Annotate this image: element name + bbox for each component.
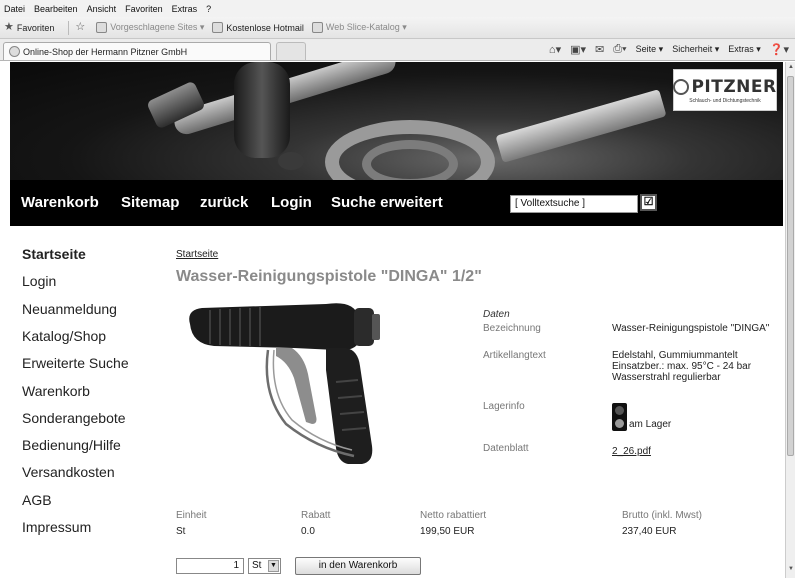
ie-icon [96, 22, 108, 33]
menu-extras[interactable]: Extras [172, 4, 198, 14]
sidebar-item-sonderangebote[interactable]: Sonderangebote [22, 410, 126, 426]
print-icon[interactable]: ⎙▾ [613, 43, 626, 56]
header-einheit: Einheit [176, 510, 207, 521]
header-netto: Netto rabattiert [420, 510, 487, 521]
menu-datei[interactable]: Datei [4, 4, 25, 14]
label-bezeichnung: Bezeichnung [483, 323, 541, 334]
feeds-icon[interactable]: ▣▾ [570, 43, 586, 56]
add-favorite-button[interactable]: ☆ [75, 22, 88, 33]
menu-favoriten[interactable]: Favoriten [125, 4, 163, 14]
page-menu[interactable]: Seite ▾ [636, 44, 664, 55]
header-brutto: Brutto (inkl. Mwst) [622, 510, 703, 521]
web-slice-link[interactable]: Web Slice-Katalog ▾ [311, 22, 407, 33]
chevron-down-icon: ▼ [268, 560, 279, 572]
nav-login[interactable]: Login [271, 194, 312, 211]
value-rabatt: 0.0 [301, 526, 315, 537]
suggested-sites-link[interactable]: Vorgeschlagene Sites ▾ [96, 22, 204, 33]
sidebar-item-login[interactable]: Login [22, 273, 56, 289]
web-slice-label: Web Slice-Katalog ▾ [325, 22, 407, 32]
sidebar-item-agb[interactable]: AGB [22, 492, 52, 508]
home-icon[interactable]: ⌂▾ [549, 43, 561, 56]
value-einheit: St [176, 526, 186, 537]
mail-icon[interactable]: ✉ [595, 43, 604, 56]
value-brutto: 237,40 EUR [622, 526, 677, 537]
label-datenblatt: Datenblatt [483, 443, 529, 454]
sidebar-item-startseite[interactable]: Startseite [22, 246, 86, 262]
favorites-bar: ★ Favoriten ☆ Vorgeschlagene Sites ▾ Kos… [0, 17, 795, 39]
help-icon[interactable]: ❓▾ [770, 43, 789, 56]
datasheet-link[interactable]: 2_26.pdf [612, 446, 790, 457]
tab-bar: Online-Shop der Hermann Pitzner GmbH ⌂▾ … [0, 39, 795, 61]
label-lagerinfo: Lagerinfo [483, 401, 525, 412]
breadcrumb-startseite[interactable]: Startseite [176, 249, 218, 260]
suggested-sites-label: Vorgeschlagene Sites ▾ [110, 22, 205, 32]
search-submit-button[interactable]: ☑ [640, 194, 657, 211]
sidebar-item-erweiterte-suche[interactable]: Erweiterte Suche [22, 355, 129, 371]
sidebar-item-bedienung[interactable]: Bedienung/Hilfe [22, 437, 121, 453]
banner-ring-inner [362, 140, 458, 180]
tab-title: Online-Shop der Hermann Pitzner GmbH [23, 46, 188, 57]
product-title: Wasser-Reinigungspistole "DINGA" 1/2" [176, 268, 482, 285]
tab-active[interactable]: Online-Shop der Hermann Pitzner GmbH [3, 42, 271, 60]
banner-gun [234, 62, 290, 158]
nav-zurueck[interactable]: zurück [200, 194, 248, 211]
new-tab-button[interactable] [276, 42, 306, 60]
page-icon [212, 22, 224, 33]
menu-bearbeiten[interactable]: Bearbeiten [34, 4, 78, 14]
hotmail-link[interactable]: Kostenlose Hotmail [212, 22, 304, 33]
fulltext-search-input[interactable]: [ Volltextsuche ] [510, 195, 638, 213]
sidebar-item-warenkorb[interactable]: Warenkorb [22, 383, 90, 399]
nav-sitemap[interactable]: Sitemap [121, 194, 179, 211]
value-artikellangtext-2: Einsatzber.: max. 95°C - 24 bar [612, 361, 752, 372]
sidebar-item-versandkosten[interactable]: Versandkosten [22, 464, 115, 480]
scroll-thumb[interactable] [787, 76, 794, 456]
command-bar: ⌂▾ ▣▾ ✉ ⎙▾ Seite ▾ Sicherheit ▾ Extras ▾… [540, 43, 789, 56]
label-artikellangtext: Artikellangtext [483, 350, 546, 361]
favorites-button[interactable]: ★ Favoriten [4, 22, 54, 33]
menu-ansicht[interactable]: Ansicht [87, 4, 117, 14]
scroll-down-icon[interactable]: ▼ [787, 566, 795, 576]
vertical-scrollbar[interactable]: ▲ ▼ [785, 62, 795, 578]
tools-menu[interactable]: Extras ▾ [728, 44, 761, 55]
value-netto: 199,50 EUR [420, 526, 475, 537]
scroll-up-icon[interactable]: ▲ [787, 64, 795, 74]
security-menu[interactable]: Sicherheit ▾ [672, 44, 719, 55]
nav-warenkorb[interactable]: Warenkorb [21, 194, 99, 211]
browser-menubar: Datei Bearbeiten Ansicht Favoriten Extra… [0, 0, 795, 17]
stock-traffic-light-icon [612, 403, 627, 431]
value-artikellangtext-3: Wasserstrahl regulierbar [612, 372, 721, 383]
main-nav: Warenkorb Sitemap zurück Login Suche erw… [10, 180, 783, 226]
logo-subtitle: Schlauch- und Dichtungstechnik [689, 97, 761, 104]
unit-select[interactable]: St ▼ [248, 558, 281, 574]
product-image [176, 296, 430, 476]
add-to-cart-button[interactable]: in den Warenkorb [295, 557, 421, 575]
page-icon [311, 22, 323, 33]
header-banner: PITZNER Schlauch- und Dichtungstechnik [10, 62, 783, 180]
logo-text: PITZNER [691, 76, 777, 97]
value-lagerinfo: am Lager [629, 419, 672, 430]
sidebar-item-neuanmeldung[interactable]: Neuanmeldung [22, 301, 117, 317]
nav-suche-erweitert[interactable]: Suche erweitert [331, 194, 443, 211]
banner-tool [495, 89, 667, 163]
add-star-icon: ☆ [75, 21, 86, 33]
pitzner-logo[interactable]: PITZNER Schlauch- und Dichtungstechnik [673, 69, 777, 111]
value-artikellangtext-1: Edelstahl, Gummiummantelt [612, 350, 738, 361]
quantity-input[interactable]: 1 [176, 558, 244, 574]
site-icon [9, 46, 20, 57]
favorites-label: Favoriten [16, 22, 55, 33]
header-rabatt: Rabatt [301, 510, 331, 521]
banner-bulb [278, 152, 304, 170]
data-heading: Daten [483, 309, 510, 320]
sidebar-item-impressum[interactable]: Impressum [22, 519, 91, 535]
unit-select-value: St [252, 560, 262, 571]
logo-icon [673, 78, 690, 95]
star-icon: ★ [4, 21, 14, 33]
separator [68, 20, 70, 35]
menu-help[interactable]: ? [206, 4, 211, 14]
sidebar-item-katalog[interactable]: Katalog/Shop [22, 328, 106, 344]
value-bezeichnung: Wasser-Reinigungspistole "DINGA" [612, 323, 770, 334]
hotmail-label: Kostenlose Hotmail [226, 22, 304, 33]
